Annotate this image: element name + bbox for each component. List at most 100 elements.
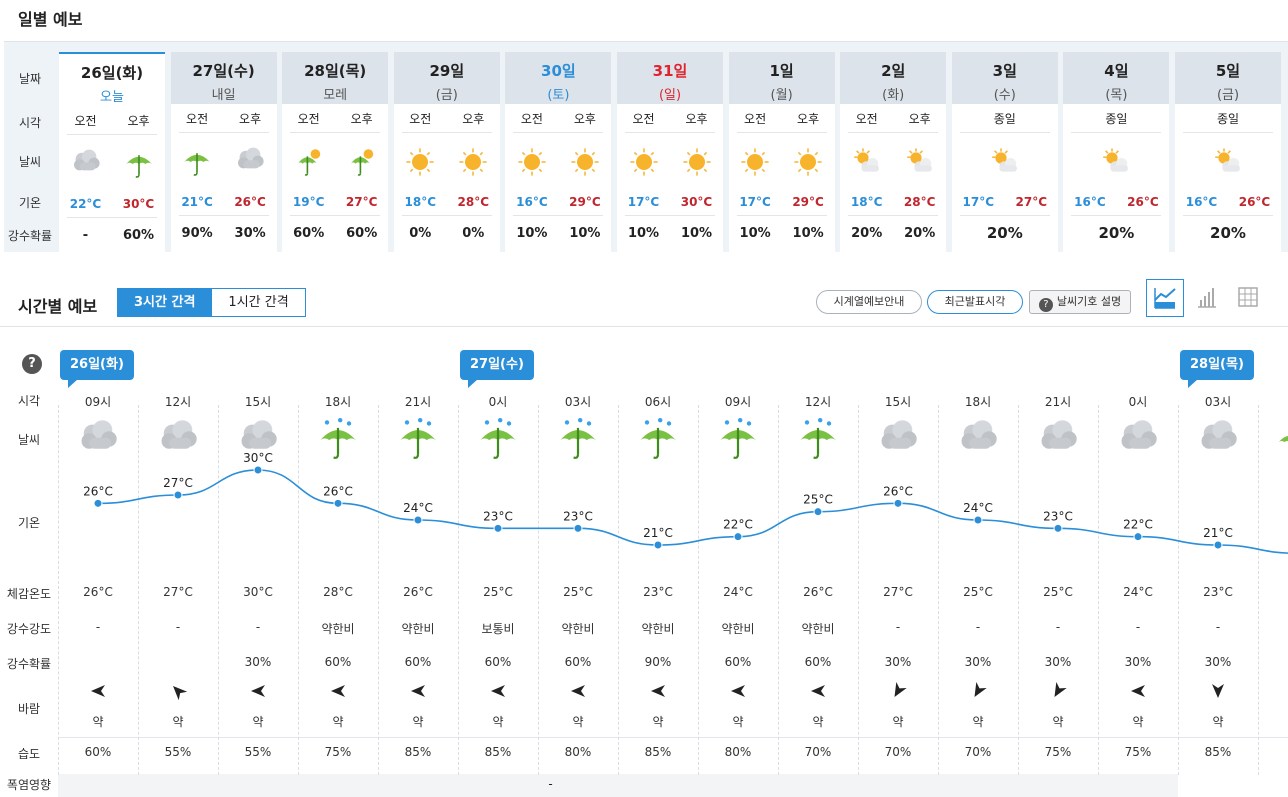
temperature-label: 23°C xyxy=(483,509,513,523)
hourly-humidity: 75% xyxy=(1124,745,1152,759)
daily-col-9[interactable]: 4일 (목) 종일 16°C 26°C 20% xyxy=(1063,52,1170,252)
hourly-intensity: - xyxy=(975,620,981,634)
daily-divider xyxy=(513,215,604,216)
hourly-intensity: 약한비 xyxy=(721,622,755,636)
daily-am-pop: 10% xyxy=(739,226,771,241)
daily-pm-label: 오후 xyxy=(350,112,373,126)
hourly-humidity: 80% xyxy=(564,745,592,759)
daily-col-7[interactable]: 2일 (화) 오전 오후 18°C 28°C 20% 20% xyxy=(840,52,947,252)
tab-1-hour[interactable]: 1시간 간격 xyxy=(212,288,306,317)
wind-arrow-icon xyxy=(218,682,298,703)
table-icon xyxy=(1238,287,1258,307)
next-column-umbrella-icon xyxy=(1276,428,1288,448)
hourly-time: 09시 xyxy=(84,395,112,409)
hourly-intensity: - xyxy=(1055,620,1061,634)
hourly-intensity: - xyxy=(255,620,261,634)
daily-divider xyxy=(959,132,1050,133)
temperature-point xyxy=(413,515,423,525)
daily-label-weather: 날씨 xyxy=(18,155,42,169)
daily-am-pop: 0% xyxy=(409,226,432,241)
date-badge: 27일(수) xyxy=(460,350,534,388)
sun-cloud-icon xyxy=(893,146,946,181)
daily-max-temp: 26°C xyxy=(234,195,266,209)
daily-divider xyxy=(290,215,381,216)
bar-chart-view-button[interactable] xyxy=(1188,279,1226,317)
hourly-feels-like: 23°C xyxy=(1203,585,1233,599)
humidity-divider xyxy=(58,737,1288,738)
hourly-time: 18시 xyxy=(324,395,352,409)
temperature-label: 27°C xyxy=(163,476,193,490)
daily-am-pop: 60% xyxy=(293,226,325,241)
daily-day: 4일 xyxy=(1104,62,1129,80)
daily-pm-pop: 10% xyxy=(569,226,601,241)
daily-max-temp: 30°C xyxy=(122,197,155,211)
daily-date-header: 4일 (목) xyxy=(1063,52,1170,104)
sun-umbrella-icon xyxy=(282,146,335,181)
interval-tabs: 3시간 간격 1시간 간격 xyxy=(117,288,306,317)
wind-arrow-icon xyxy=(618,682,698,703)
daily-col-6[interactable]: 1일 (월) 오전 오후 17°C 29°C 10% 10% xyxy=(728,52,835,252)
daily-date-header: 29일 (금) xyxy=(393,52,500,104)
daily-col-8[interactable]: 3일 (수) 종일 17°C 27°C 20% xyxy=(951,52,1058,252)
rain-umbrella-icon xyxy=(298,418,378,465)
latest-release-button[interactable]: 최근발표시각 xyxy=(927,290,1023,314)
help-icon[interactable]: ? xyxy=(22,354,42,374)
temperature-point xyxy=(973,515,983,525)
daily-am-label: 오전 xyxy=(297,112,320,126)
daily-day-sub: (토) xyxy=(547,88,570,103)
line-chart-view-button[interactable] xyxy=(1146,279,1184,317)
weather-symbol-legend-button[interactable]: ? 날씨기호 설명 xyxy=(1029,290,1131,314)
daily-min-temp: 17°C xyxy=(627,195,660,209)
temperature-label: 22°C xyxy=(723,518,753,532)
daily-allday-label: 종일 xyxy=(1216,112,1240,126)
daily-min-temp: 16°C xyxy=(516,195,548,209)
daily-am-label: 오전 xyxy=(744,112,767,126)
temperature-line xyxy=(97,469,1288,554)
daily-am-pop: 10% xyxy=(516,226,548,241)
daily-allday-label: 종일 xyxy=(1105,112,1128,126)
daily-divider xyxy=(67,217,157,218)
daily-am-pop: 90% xyxy=(181,226,213,241)
date-badge: 28일(목) xyxy=(1180,350,1254,388)
daily-forecast-title: 일별 예보 xyxy=(18,10,83,29)
tab-3-hour[interactable]: 3시간 간격 xyxy=(117,288,213,317)
hourly-time: 12시 xyxy=(804,395,832,409)
table-view-button[interactable] xyxy=(1230,279,1268,317)
wind-arrow-icon xyxy=(58,682,138,703)
daily-divider xyxy=(736,132,827,133)
hourly-label-weather: 날씨 xyxy=(17,433,41,447)
hourly-intensity: 약한비 xyxy=(401,622,435,636)
daily-min-temp: 19°C xyxy=(292,195,325,209)
wind-arrow-icon xyxy=(458,682,538,703)
daily-col-10[interactable]: 5일 (금) 종일 16°C 26°C 20% xyxy=(1175,52,1281,252)
temperature-point xyxy=(493,523,503,533)
temperature-point xyxy=(573,523,583,533)
bar-chart-icon xyxy=(1198,288,1216,308)
hourly-humidity: 75% xyxy=(324,745,352,759)
hourly-time: 21시 xyxy=(404,395,432,409)
daily-col-5[interactable]: 31일 (일) 오전 오후 17°C 30°C 10% 10% xyxy=(617,52,723,252)
daily-divider xyxy=(959,215,1050,216)
cloud-icon xyxy=(138,418,218,456)
temperature-label: 26°C xyxy=(83,484,113,498)
daily-pm-label: 오후 xyxy=(797,112,820,126)
rain-umbrella-icon xyxy=(698,418,778,465)
daily-col-0[interactable]: 26일(화) 오늘 오전 오후 22°C 30°C - 60% xyxy=(59,52,165,252)
daily-col-2[interactable]: 28일(목) 모레 오전 오후 19°C 27°C 60% 60% xyxy=(282,52,389,252)
daily-col-1[interactable]: 27일(수) 내일 오전 오후 21°C 26°C 90% 30% xyxy=(170,52,277,252)
hourly-label-intensity: 강수강도 xyxy=(6,622,52,636)
temperature-point xyxy=(93,498,103,508)
daily-col-3[interactable]: 29일 (금) 오전 오후 18°C 28°C 0% 0% xyxy=(393,52,500,252)
wind-arrow-icon xyxy=(938,681,1018,703)
daily-am-label: 오전 xyxy=(855,112,878,126)
daily-divider xyxy=(401,215,492,216)
daily-am-pop: 20% xyxy=(851,226,883,241)
daily-day-sub: 오늘 xyxy=(100,90,124,105)
daily-pm-label: 오후 xyxy=(239,112,262,126)
timeseries-guide-button[interactable]: 시계열예보안내 xyxy=(816,290,922,314)
daily-pm-label: 오후 xyxy=(462,112,485,126)
daily-col-4[interactable]: 30일 (토) 오전 오후 16°C 29°C 10% 10% xyxy=(505,52,612,252)
hourly-pop: 60% xyxy=(324,655,352,669)
hourly-intensity: 보통비 xyxy=(481,622,515,636)
wind-arrow-icon xyxy=(858,681,938,703)
